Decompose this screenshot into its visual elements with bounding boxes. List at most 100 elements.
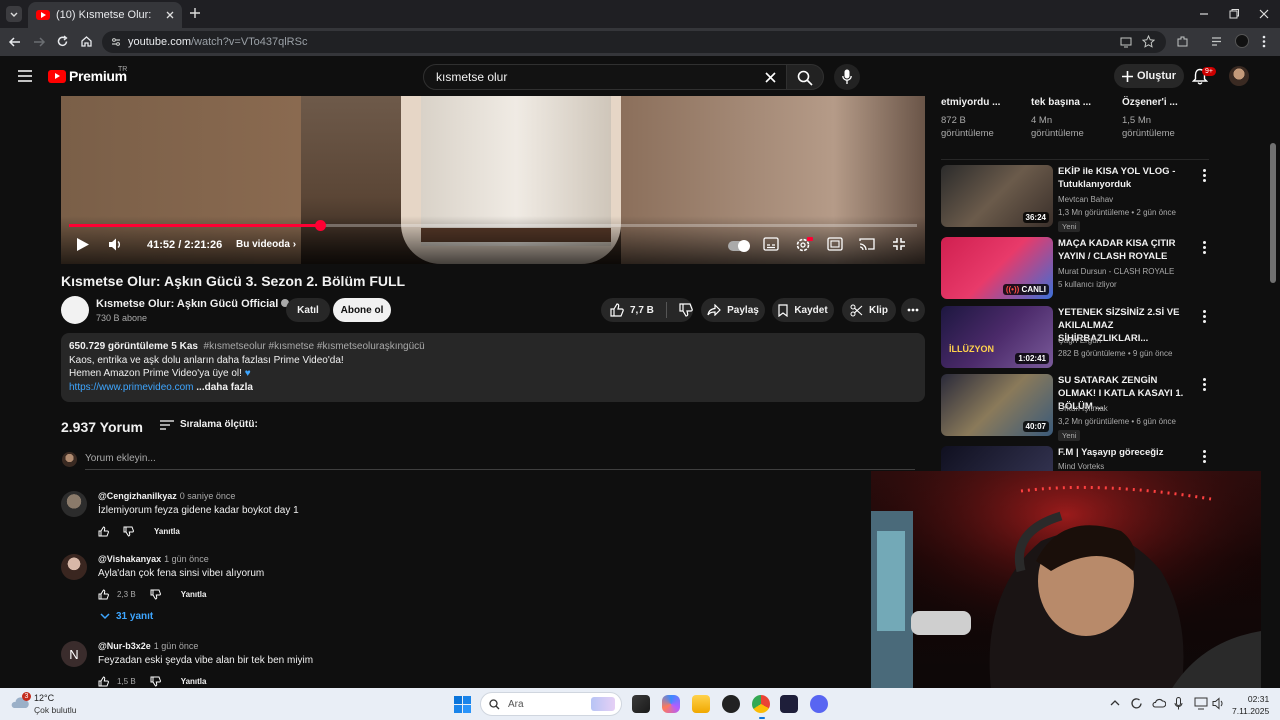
home-icon[interactable]	[80, 35, 93, 48]
comment-author[interactable]: @Cengizhanilkyaz	[98, 491, 177, 501]
more-vertical-icon[interactable]	[1203, 310, 1206, 325]
join-button[interactable]: Katıl	[286, 298, 330, 322]
volume-icon[interactable]	[108, 237, 123, 252]
like-icon[interactable]	[610, 303, 624, 317]
video-thumbnail[interactable]: 36:24	[941, 165, 1053, 227]
comment-author[interactable]: @Vishakanyax	[98, 554, 161, 564]
shelf-item-title[interactable]: tek başına ...	[1031, 97, 1091, 108]
bookmark-star-icon[interactable]	[1142, 35, 1155, 48]
video-thumbnail[interactable]: 40:07	[941, 374, 1053, 436]
weather-condition[interactable]: Çok bulutlu	[34, 705, 77, 715]
more-vertical-icon[interactable]	[1203, 378, 1206, 393]
close-tab-icon[interactable]	[165, 10, 174, 20]
related-video[interactable]: ((•)) CANLI MAÇA KADAR KISA ÇITIR YAYIN …	[941, 237, 1221, 299]
file-explorer-icon[interactable]	[692, 695, 710, 713]
description-link[interactable]: https://www.primevideo.com	[69, 382, 194, 393]
voice-search-button[interactable]	[834, 64, 860, 90]
share-button[interactable]: Paylaş	[701, 298, 765, 322]
cast-icon[interactable]	[859, 237, 875, 251]
browser-menu-icon[interactable]	[1262, 35, 1266, 48]
progress-scrubber[interactable]	[315, 220, 326, 231]
like-icon[interactable]	[98, 589, 109, 600]
video-thumbnail[interactable]	[941, 446, 1053, 472]
add-comment-input[interactable]: Yorum ekleyin...	[85, 453, 156, 464]
onedrive-cloud-icon[interactable]	[1152, 698, 1166, 708]
video-thumbnail[interactable]: ((•)) CANLI	[941, 237, 1053, 299]
like-count[interactable]: 7,7 B	[630, 305, 654, 316]
browser-tab-active[interactable]: (10) Kısmetse Olur: Aşkın Gücü 3	[28, 2, 182, 28]
hashtags[interactable]: #kısmetseolur #kısmetse #kısmetseoluraşk…	[204, 341, 425, 352]
search-button[interactable]	[786, 64, 824, 90]
account-avatar[interactable]	[1229, 66, 1249, 86]
like-icon[interactable]	[98, 526, 109, 537]
related-video-channel[interactable]: Çağrı Ergün	[1058, 334, 1101, 348]
youtube-logo-icon[interactable]	[48, 70, 66, 83]
extensions-icon[interactable]	[1176, 35, 1189, 48]
related-video-channel[interactable]: Orkun Işıtmak	[1058, 402, 1108, 416]
reply-button[interactable]: Yanıtla	[154, 527, 180, 536]
comment-time[interactable]: 1 gün önce	[164, 554, 209, 564]
close-window-icon[interactable]	[1258, 8, 1270, 20]
miniplayer-icon[interactable]	[827, 237, 843, 251]
description-box[interactable]: 650.729 görüntüleme 5 Kas #kısmetseolur …	[61, 333, 925, 402]
task-view-icon[interactable]	[632, 695, 650, 713]
settings-gear-icon[interactable]	[795, 237, 813, 253]
more-actions-button[interactable]	[901, 298, 925, 322]
chrome-icon[interactable]	[752, 695, 770, 713]
visual-studio-icon[interactable]	[780, 695, 798, 713]
microphone-tray-icon[interactable]	[1174, 697, 1183, 710]
hamburger-menu-icon[interactable]	[18, 70, 32, 82]
sort-comments-button[interactable]: Sıralama ölçütü:	[160, 419, 258, 430]
channel-avatar[interactable]	[61, 296, 89, 324]
like-icon[interactable]	[98, 676, 109, 687]
obs-icon[interactable]	[722, 695, 740, 713]
shelf-item-title[interactable]: etmiyordu ...	[941, 97, 1000, 108]
weather-temperature[interactable]: 12°C	[34, 693, 54, 703]
comment-avatar[interactable]	[61, 491, 87, 517]
install-app-icon[interactable]	[1120, 36, 1132, 48]
dislike-icon[interactable]	[679, 303, 693, 317]
chapter-button[interactable]: Bu videoda ›	[236, 239, 296, 250]
comment-time[interactable]: 0 saniye önce	[180, 491, 236, 501]
search-input[interactable]: kısmetse olur	[423, 64, 787, 90]
reply-button[interactable]: Yanıtla	[181, 590, 207, 599]
comment-avatar[interactable]	[61, 554, 87, 580]
related-video[interactable]: 36:24 EKİP ile KISA YOL VLOG - Tutuklanı…	[941, 165, 1221, 232]
address-bar[interactable]: youtube.com/watch?v=VTo437qlRSc	[102, 31, 1166, 53]
forward-arrow-icon[interactable]	[32, 36, 46, 48]
page-scrollbar[interactable]	[1270, 143, 1276, 283]
video-player[interactable]: 41:52 / 2:21:26 Bu videoda ›	[61, 96, 925, 264]
dislike-icon[interactable]	[123, 526, 134, 537]
fullscreen-exit-icon[interactable]	[892, 237, 906, 251]
related-video[interactable]: 40:07 SU SATARAK ZENGİN OLMAK! I KATLA K…	[941, 374, 1221, 441]
reload-icon[interactable]	[56, 35, 69, 48]
tab-list-button[interactable]	[6, 6, 22, 22]
restore-icon[interactable]	[1228, 8, 1240, 20]
subscribe-button[interactable]: Abone ol	[333, 298, 391, 322]
video-thumbnail[interactable]: İLLÜZYON 1:02:41	[941, 306, 1053, 368]
taskbar-search[interactable]: Ara	[480, 692, 622, 716]
discord-icon[interactable]	[810, 695, 828, 713]
new-tab-icon[interactable]	[189, 7, 201, 19]
more-vertical-icon[interactable]	[1203, 241, 1206, 256]
site-info-icon[interactable]	[110, 36, 122, 48]
view-replies-button[interactable]: 31 yanıt	[100, 611, 153, 622]
network-icon[interactable]	[1194, 697, 1208, 710]
chevron-up-icon[interactable]	[1110, 699, 1120, 706]
channel-name[interactable]: Kısmetse Olur: Aşkın Gücü Official	[96, 298, 290, 310]
shelf-item-title[interactable]: Özşener'i ...	[1122, 97, 1178, 108]
profile-avatar[interactable]	[1235, 34, 1249, 48]
related-video-channel[interactable]: Murat Dursun - CLASH ROYALE	[1058, 265, 1174, 279]
progress-bar[interactable]	[69, 220, 917, 231]
save-button[interactable]: Kaydet	[772, 298, 834, 322]
system-clock[interactable]: 02:31 7.11.2025	[1232, 693, 1269, 717]
related-video-channel[interactable]: Mevtcan Bahav	[1058, 193, 1113, 207]
volume-tray-icon[interactable]	[1212, 697, 1226, 710]
minimize-icon[interactable]	[1198, 8, 1210, 20]
dislike-icon[interactable]	[150, 676, 161, 687]
more-vertical-icon[interactable]	[1203, 450, 1206, 465]
clip-button[interactable]: Klip	[842, 298, 896, 322]
related-video[interactable]: İLLÜZYON 1:02:41 YETENEK SİZSİNİZ 2.Sİ V…	[941, 306, 1221, 368]
comment-avatar[interactable]: N	[61, 641, 87, 667]
clear-search-icon[interactable]	[765, 72, 776, 83]
